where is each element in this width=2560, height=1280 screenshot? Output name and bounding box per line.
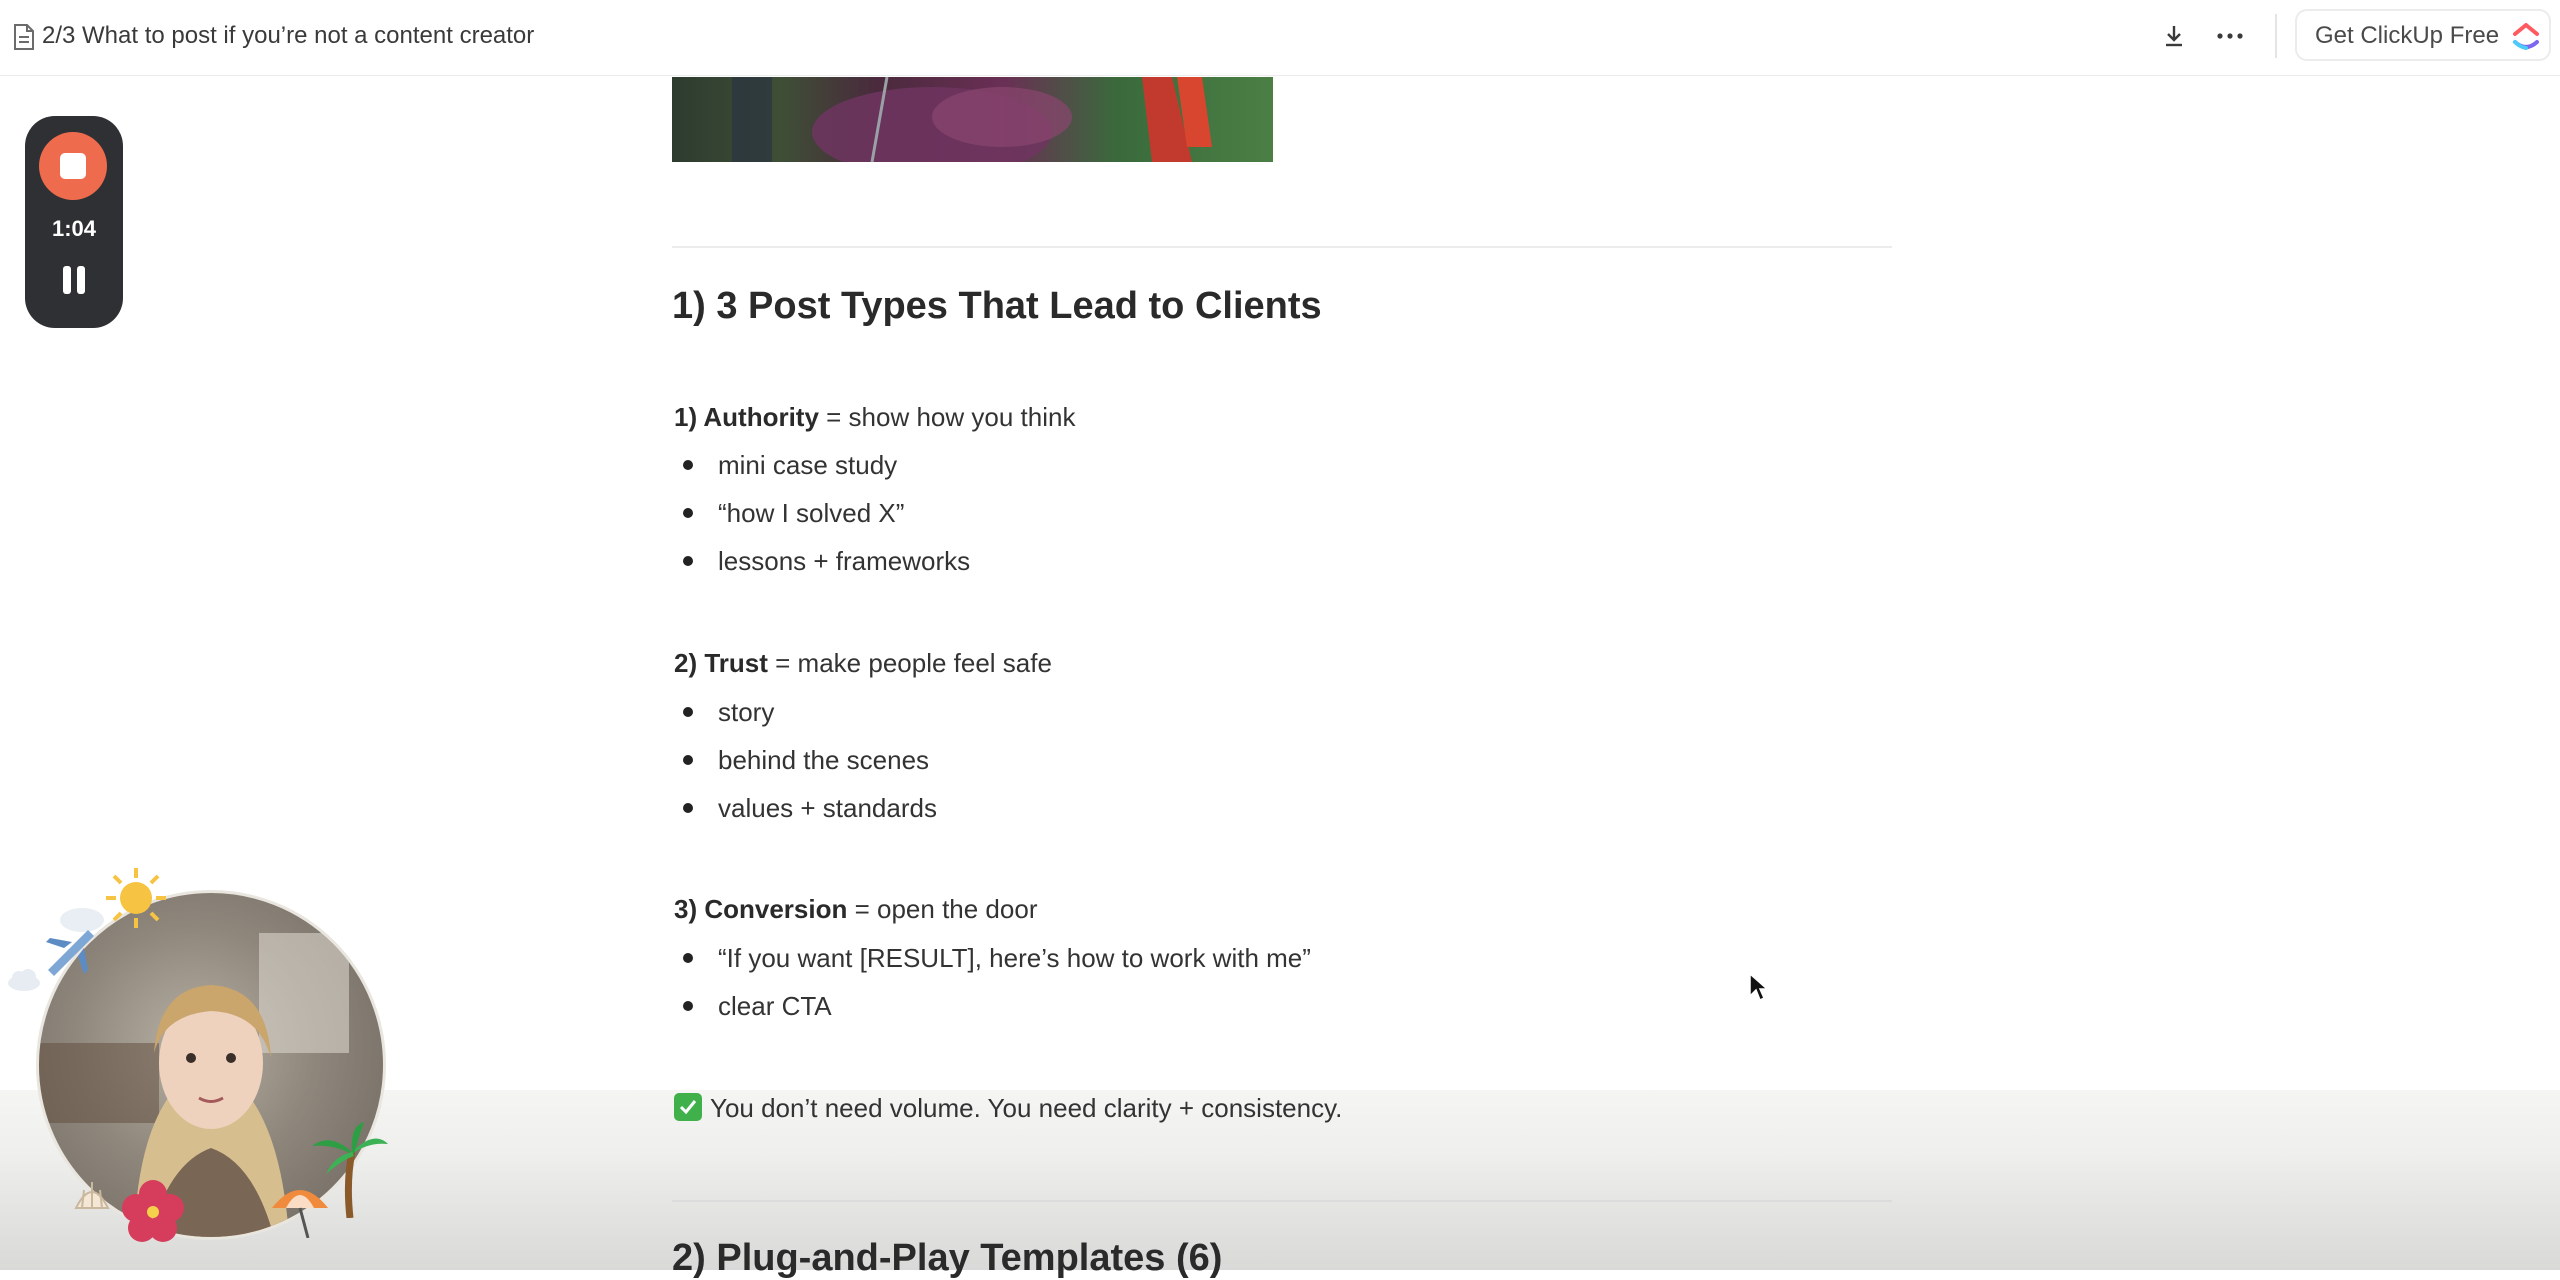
list-item: story (718, 697, 775, 727)
list-item: values + standards (718, 793, 937, 823)
document-icon (14, 24, 34, 50)
document-title: 2/3 What to post if you’re not a content… (42, 22, 535, 49)
list-item: “If you want [RESULT], here’s how to wor… (718, 943, 1311, 973)
post-type-conversion: 3) Conversion = open the door (674, 892, 1037, 926)
list-item: “how I solved X” (718, 498, 905, 528)
cta-label: Get ClickUp Free (2315, 22, 2500, 49)
toolbar-divider (2275, 14, 2277, 58)
post-type-description: = open the door (847, 894, 1038, 924)
section-heading: 2) Plug-and-Play Templates (6) (672, 1237, 1223, 1279)
bullet-icon (683, 803, 693, 813)
cloud-icon (8, 969, 40, 991)
stop-icon (60, 153, 86, 179)
post-type-description: = show how you think (818, 402, 1076, 432)
download-icon[interactable] (2158, 20, 2190, 52)
bullet-icon (683, 953, 693, 963)
stop-recording-button[interactable] (39, 132, 107, 200)
post-type-description: = make people feel safe (767, 648, 1052, 678)
top-bar: 2/3 What to post if you’re not a content… (0, 0, 2560, 76)
clickup-logo (2513, 23, 2539, 50)
post-type-label: 2) Trust (674, 648, 768, 678)
airplane-icon (46, 908, 104, 976)
beach-umbrella-icon (272, 1190, 328, 1238)
check-mark-icon (674, 1093, 702, 1121)
embedded-photo (672, 77, 1273, 162)
divider (672, 1200, 1892, 1202)
post-type-label: 1) Authority (674, 402, 819, 432)
bullet-icon (683, 1001, 693, 1011)
list-item: lessons + frameworks (718, 546, 971, 576)
list-item: behind the scenes (718, 745, 930, 775)
bullet-icon (683, 460, 693, 470)
post-type-trust: 2) Trust = make people feel safe (674, 646, 1052, 680)
bullet-icon (683, 508, 693, 518)
hibiscus-icon (122, 1180, 184, 1242)
shell-icon (74, 1182, 110, 1209)
callout: You don’t need volume. You need clarity … (674, 1091, 1342, 1125)
divider (672, 246, 1892, 248)
post-type-label: 3) Conversion (674, 894, 848, 924)
callout-text: You don’t need volume. You need clarity … (710, 1093, 1343, 1123)
get-clickup-free-button[interactable]: Get ClickUp Free (2295, 9, 2551, 61)
post-type-authority: 1) Authority = show how you think (674, 400, 1075, 434)
section-heading: 1) 3 Post Types That Lead to Clients (672, 285, 1322, 327)
sun-icon (106, 868, 166, 928)
recording-timer: 1:04 (51, 216, 97, 241)
bullet-icon (683, 755, 693, 765)
bullet-icon (683, 707, 693, 717)
mouse-cursor-icon (1749, 972, 1768, 1002)
bullet-icon (683, 556, 693, 566)
list-item: clear CTA (718, 991, 832, 1021)
recording-widget: 1:04 (25, 116, 123, 328)
more-horizontal-icon[interactable] (2212, 20, 2248, 52)
list-item: mini case study (718, 450, 898, 480)
pause-icon[interactable] (60, 264, 88, 296)
